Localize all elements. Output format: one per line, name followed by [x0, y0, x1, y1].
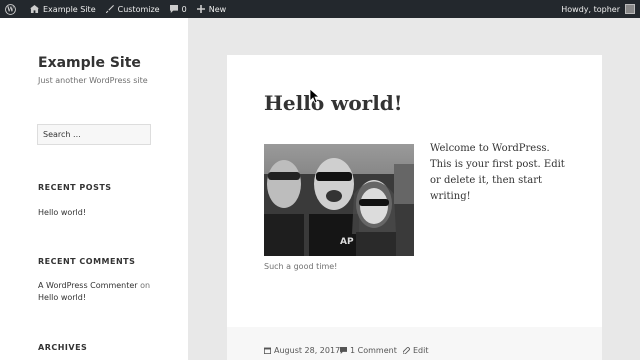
post-card: Hello world! AP Such a good time! Welcom… [227, 55, 602, 327]
post-date-link[interactable]: August 28, 2017 [264, 346, 340, 355]
comment-post-link[interactable]: Hello world! [38, 293, 86, 302]
image-caption: Such a good time! [264, 262, 338, 271]
brush-icon [105, 5, 114, 13]
howdy-label: Howdy, topher [561, 4, 620, 14]
recent-post-link[interactable]: Hello world! [38, 208, 86, 217]
comment-on-label: on [140, 281, 151, 290]
site-title[interactable]: Example Site [38, 55, 141, 71]
site-name-link[interactable]: Example Site [25, 0, 101, 18]
comment-author-link[interactable]: A WordPress Commenter [38, 281, 138, 290]
recent-posts-heading: RECENT POSTS [38, 183, 112, 192]
post-edit-label: Edit [413, 346, 429, 355]
comments-link[interactable]: 0 [165, 0, 192, 18]
post-date: August 28, 2017 [274, 346, 341, 355]
post-edit-link[interactable]: Edit [403, 346, 429, 355]
mouse-cursor-icon [309, 88, 321, 108]
avatar [625, 4, 635, 14]
post-comments-count: 1 Comment [350, 346, 397, 355]
recent-comment-item: A WordPress Commenter on [38, 281, 150, 290]
wordpress-logo-icon[interactable]: W [0, 0, 25, 18]
svg-text:AP: AP [340, 237, 354, 247]
admin-bar: W Example Site Customize 0 New Howdy, to… [0, 0, 640, 18]
pencil-icon [403, 347, 410, 354]
post-comments-link[interactable]: 1 Comment [340, 346, 397, 355]
site-description: Just another WordPress site [38, 76, 148, 85]
site-name-label: Example Site [43, 4, 96, 14]
customize-link[interactable]: Customize [101, 0, 165, 18]
comment-bubble-icon [169, 5, 178, 13]
comment-icon [340, 347, 347, 354]
sidebar: Example Site Just another WordPress site… [0, 18, 188, 360]
customize-label: Customize [117, 4, 160, 14]
post-footer: August 28, 2017 1 Comment Edit [227, 327, 602, 360]
plus-icon [196, 5, 205, 13]
post-image[interactable]: AP [264, 144, 414, 256]
home-icon [30, 5, 39, 13]
post-title[interactable]: Hello world! [264, 91, 403, 115]
calendar-icon [264, 347, 271, 354]
archives-heading: ARCHIVES [38, 343, 88, 352]
my-account-link[interactable]: Howdy, topher [556, 0, 640, 18]
search-input[interactable]: Search ... [37, 124, 151, 145]
comments-count: 0 [181, 4, 187, 14]
svg-text:W: W [6, 6, 14, 13]
new-content-link[interactable]: New [192, 0, 231, 18]
post-body: Welcome to WordPress. This is your first… [430, 143, 565, 202]
new-label: New [208, 4, 227, 14]
recent-comments-heading: RECENT COMMENTS [38, 257, 136, 266]
